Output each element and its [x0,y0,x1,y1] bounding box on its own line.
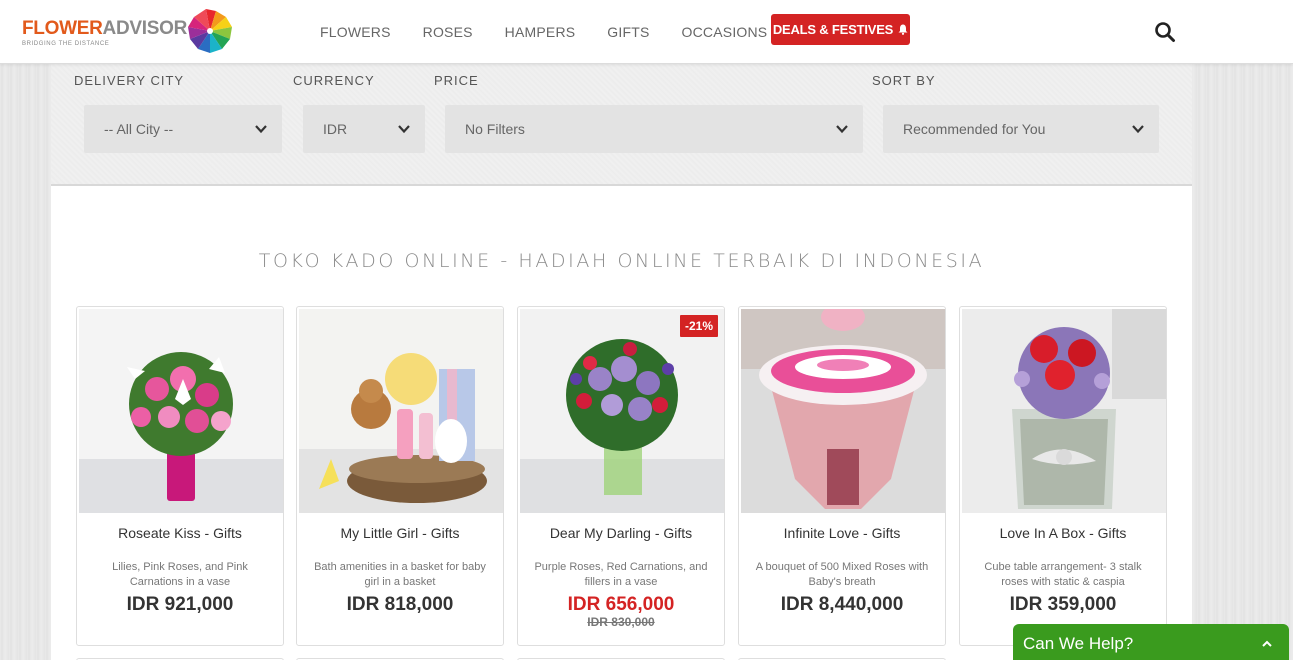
chevron-down-icon [255,125,267,134]
product-image[interactable] [520,309,724,513]
product-image[interactable] [299,309,503,513]
currency-label: CURRENCY [293,73,375,88]
sort-by-select[interactable]: Recommended for You [883,105,1159,153]
delivery-city-value: -- All City -- [104,121,174,137]
search-icon[interactable] [1154,21,1176,43]
product-card[interactable]: My Little Girl - Gifts Bath amenities in… [296,306,504,646]
nav-occasions[interactable]: OCCASIONS [682,24,768,40]
product-listing: TOKO KADO ONLINE - HADIAH ONLINE TERBAIK… [51,186,1192,660]
product-description: Purple Roses, Red Carnations, and filler… [534,561,708,588]
product-image[interactable] [962,309,1166,513]
product-card[interactable]: -21% Dear My Darling - Gifts Purple Rose… [517,306,725,646]
currency-select[interactable]: IDR [303,105,425,153]
sort-by-label: SORT BY [872,73,936,88]
chevron-down-icon [1132,125,1144,134]
product-image[interactable] [741,309,945,513]
product-card[interactable]: Infinite Love - Gifts A bouquet of 500 M… [738,306,946,646]
chat-widget[interactable]: Can We Help? [1013,624,1289,660]
filter-bar: DELIVERY CITY CURRENCY PRICE SORT BY -- … [51,64,1192,186]
chevron-down-icon [836,125,848,134]
nav-hampers[interactable]: HAMPERS [505,24,576,40]
logo-word-flower: FLOWER [22,18,103,39]
currency-value: IDR [323,121,348,137]
product-description: Lilies, Pink Roses, and Pink Carnations … [112,561,248,588]
product-price: IDR 8,440,000 [780,594,904,615]
logo-word-advisor: ADVISOR [102,18,188,39]
price-select[interactable]: No Filters [445,105,863,153]
chevron-up-icon [1262,640,1272,647]
flower-advisor-logo[interactable]: FLOWERADVISOR BRIDGING THE DISTANCE [20,6,236,56]
pinwheel-flower-icon [188,9,232,53]
price-value: No Filters [465,121,525,137]
product-name[interactable]: Roseate Kiss - Gifts [77,525,283,541]
product-card[interactable]: Roseate Kiss - Gifts Lilies, Pink Roses,… [76,306,284,646]
price-label: PRICE [434,73,479,88]
product-name[interactable]: Love In A Box - Gifts [960,525,1166,541]
chevron-down-icon [398,125,410,134]
deals-festives-button[interactable]: DEALS & FESTIVES [771,14,910,45]
logo-tagline: BRIDGING THE DISTANCE [22,41,110,47]
logo-wordmark: FLOWERADVISOR [22,18,187,40]
product-price: IDR 818,000 [346,594,454,615]
product-description: A bouquet of 500 Mixed Roses with Baby's… [755,561,929,588]
nav-roses[interactable]: ROSES [423,24,473,40]
product-price: IDR 359,000 [1009,594,1117,615]
delivery-city-label: DELIVERY CITY [74,73,185,88]
product-price: IDR 921,000 [126,594,234,615]
product-name[interactable]: Dear My Darling - Gifts [518,525,724,541]
product-description: Bath amenities in a basket for baby girl… [314,561,486,588]
nav-gifts[interactable]: GIFTS [607,24,649,40]
deals-label: DEALS & FESTIVES [772,22,894,37]
bell-icon [898,24,908,35]
product-name[interactable]: My Little Girl - Gifts [297,525,503,541]
chat-label: Can We Help? [1023,634,1134,653]
product-name[interactable]: Infinite Love - Gifts [739,525,945,541]
delivery-city-select[interactable]: -- All City -- [84,105,282,153]
product-card[interactable]: Love In A Box - Gifts Cube table arrange… [959,306,1167,646]
product-original-price: IDR 830,000 [587,615,655,629]
product-image[interactable] [79,309,283,513]
product-sale-price: IDR 656,000 [567,594,675,615]
page-title: TOKO KADO ONLINE - HADIAH ONLINE TERBAIK… [258,250,985,272]
discount-badge: -21% [679,315,718,337]
sort-by-value: Recommended for You [903,121,1046,137]
site-header: FLOWERADVISOR BRIDGING THE DISTANCE FLOW… [0,0,1293,64]
product-description: Cube table arrangement- 3 stalk roses wi… [984,561,1142,588]
nav-flowers[interactable]: FLOWERS [320,24,391,40]
main-nav: FLOWERS ROSES HAMPERS GIFTS OCCASIONS [320,24,799,40]
